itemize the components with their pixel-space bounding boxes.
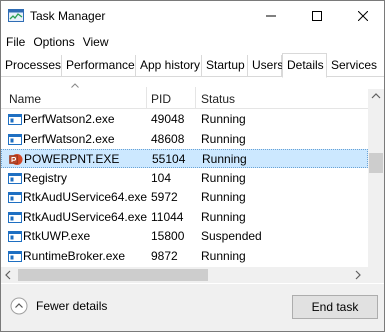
tab-services[interactable]: Services bbox=[327, 55, 384, 77]
app-window-icon bbox=[8, 114, 22, 125]
menu-options[interactable]: Options bbox=[29, 32, 78, 52]
process-name: RtkAudUService64.exe bbox=[23, 209, 148, 224]
process-row[interactable]: RtkUWP.exe 15800 Suspended bbox=[1, 227, 368, 246]
process-pid: 49048 bbox=[151, 112, 185, 126]
process-status: Running bbox=[201, 112, 246, 126]
menu-file[interactable]: File bbox=[5, 32, 29, 52]
fewer-details-label: Fewer details bbox=[36, 299, 108, 313]
column-divider[interactable] bbox=[146, 87, 147, 109]
process-row[interactable]: RuntimeBroker.exe 9872 Running bbox=[1, 247, 368, 266]
scrollbar-corner bbox=[368, 267, 384, 283]
task-manager-window: Task Manager File Options View Processes… bbox=[0, 0, 385, 332]
process-row[interactable]: PerfWatson2.exe 48608 Running bbox=[1, 130, 368, 149]
powerpoint-icon bbox=[9, 154, 23, 165]
horizontal-scrollbar[interactable] bbox=[1, 267, 368, 283]
scroll-left-arrow-icon[interactable] bbox=[5, 270, 11, 280]
process-pid: 11044 bbox=[151, 209, 184, 224]
vertical-scroll-thumb[interactable] bbox=[369, 153, 383, 173]
tab-startup[interactable]: Startup bbox=[202, 55, 248, 77]
title-bar[interactable]: Task Manager bbox=[1, 1, 384, 31]
window-title: Task Manager bbox=[30, 9, 106, 23]
vertical-scrollbar[interactable] bbox=[368, 89, 384, 269]
maximize-button[interactable] bbox=[294, 1, 340, 31]
details-grid: Name PID Status PerfWatson2.exe 49048 Runn… bbox=[1, 79, 384, 284]
tab-processes[interactable]: Processes bbox=[1, 55, 62, 77]
process-status: Running bbox=[201, 190, 246, 204]
tab-details[interactable]: Details bbox=[282, 53, 327, 78]
minimize-button[interactable] bbox=[248, 1, 294, 31]
close-icon bbox=[358, 11, 368, 21]
process-status: Suspended bbox=[201, 229, 262, 243]
sort-ascending-icon bbox=[71, 83, 79, 88]
maximize-icon bbox=[312, 11, 322, 21]
process-status: Running bbox=[201, 248, 246, 263]
column-divider[interactable] bbox=[195, 87, 196, 109]
app-window-icon bbox=[8, 250, 22, 262]
horizontal-scroll-thumb[interactable] bbox=[18, 269, 208, 281]
tab-app-history[interactable]: App history bbox=[136, 55, 202, 77]
minimize-icon bbox=[266, 15, 276, 17]
process-name: PerfWatson2.exe bbox=[23, 131, 115, 146]
process-row[interactable]: Registry 104 Running bbox=[1, 169, 368, 188]
process-name: POWERPNT.EXE bbox=[24, 152, 120, 166]
fewer-details-button[interactable]: Fewer details bbox=[10, 297, 107, 315]
process-pid: 48608 bbox=[151, 131, 185, 146]
process-list: PerfWatson2.exe 49048 Running PerfWatson2.e… bbox=[1, 110, 368, 265]
process-pid: 9872 bbox=[151, 248, 178, 263]
column-header-pid[interactable]: PID bbox=[151, 92, 171, 106]
process-row[interactable]: PerfWatson2.exe 49048 Running bbox=[1, 110, 368, 129]
process-name: RuntimeBroker.exe bbox=[23, 248, 126, 263]
tab-strip: Processes Performance App history Startu… bbox=[1, 53, 384, 78]
process-status: Running bbox=[201, 131, 246, 146]
task-manager-icon bbox=[8, 9, 24, 22]
process-pid: 55104 bbox=[152, 152, 186, 166]
menu-view[interactable]: View bbox=[79, 32, 113, 52]
column-header-name[interactable]: Name bbox=[9, 92, 41, 106]
process-row[interactable]: RtkAudUService64.exe 11044 Running bbox=[1, 208, 368, 227]
app-window-icon bbox=[8, 133, 22, 145]
collapse-chevron-icon bbox=[10, 297, 28, 315]
process-name: RtkAudUService64.exe bbox=[23, 190, 148, 204]
app-window-icon bbox=[8, 192, 22, 203]
scroll-right-arrow-icon[interactable] bbox=[355, 270, 361, 280]
process-name: Registry bbox=[23, 170, 68, 185]
close-button[interactable] bbox=[340, 1, 384, 31]
process-status: Running bbox=[201, 170, 246, 185]
process-pid: 104 bbox=[151, 170, 172, 185]
process-status: Running bbox=[201, 209, 246, 224]
process-status: Running bbox=[202, 152, 247, 166]
column-header-status[interactable]: Status bbox=[201, 92, 235, 106]
app-window-icon bbox=[8, 172, 22, 184]
scroll-up-arrow-icon[interactable] bbox=[371, 93, 381, 99]
process-name: RtkUWP.exe bbox=[23, 229, 91, 243]
column-header-row: Name PID Status bbox=[1, 79, 368, 109]
tab-users[interactable]: Users bbox=[248, 55, 283, 77]
process-name: PerfWatson2.exe bbox=[23, 112, 115, 126]
end-task-button[interactable]: End task bbox=[292, 295, 378, 319]
process-pid: 15800 bbox=[151, 229, 185, 243]
app-window-icon bbox=[8, 211, 22, 223]
menu-bar: File Options View bbox=[1, 32, 113, 52]
process-row[interactable]: POWERPNT.EXE 55104 Running bbox=[1, 149, 368, 168]
footer-bar: Fewer details End task bbox=[1, 284, 384, 331]
process-row[interactable]: RtkAudUService64.exe 5972 Running bbox=[1, 188, 368, 207]
process-pid: 5972 bbox=[151, 190, 178, 204]
app-window-icon bbox=[8, 231, 22, 242]
tab-performance[interactable]: Performance bbox=[62, 55, 136, 77]
